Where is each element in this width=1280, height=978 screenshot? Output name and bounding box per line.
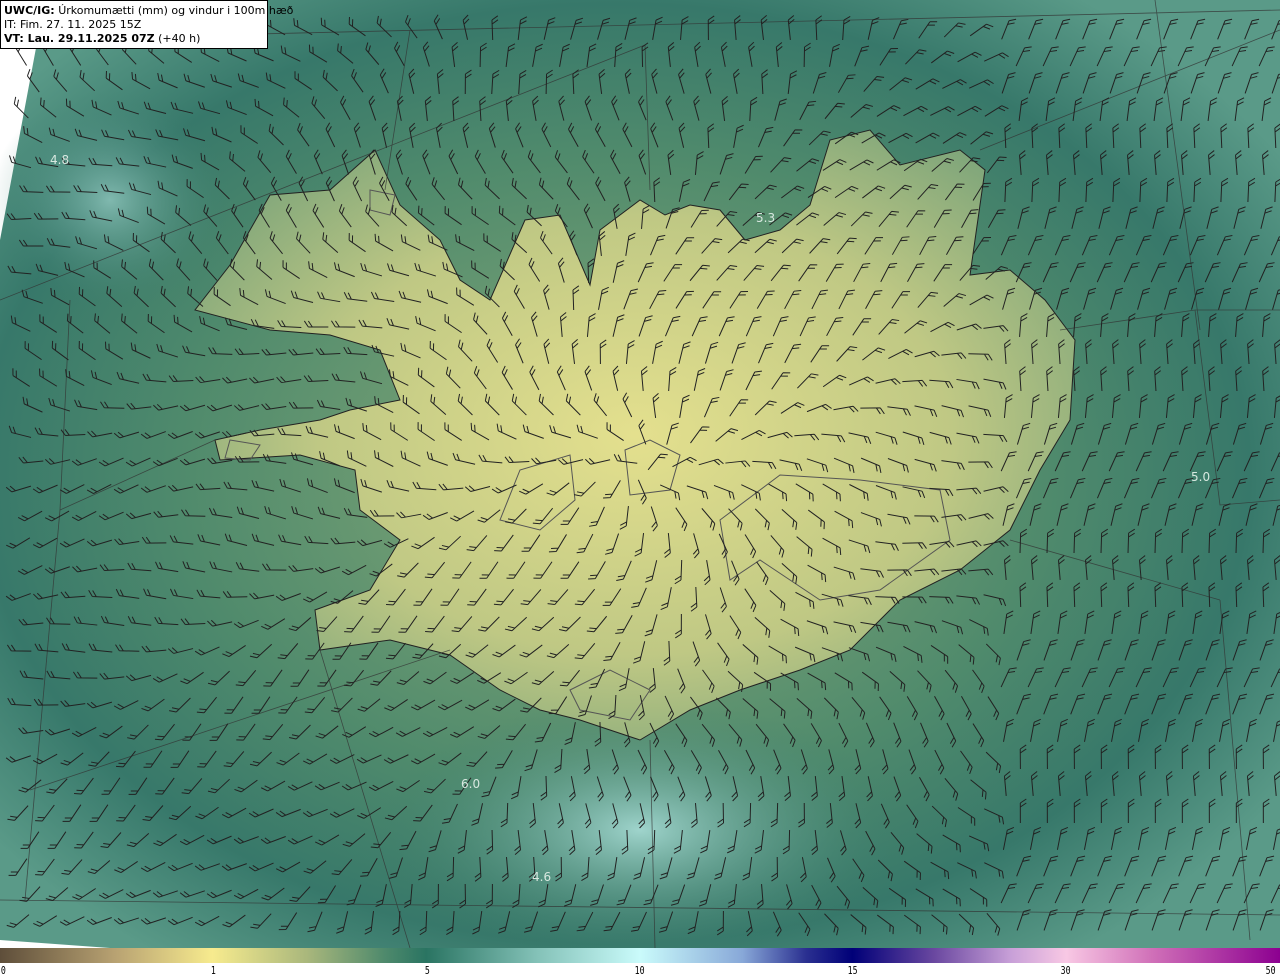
initial-time: IT: Fim. 27. 11. 2025 15Z	[4, 18, 142, 31]
forecast-lead: (+40 h)	[158, 32, 201, 45]
colorbar-tick: 5	[424, 964, 430, 977]
colorbar-tick: 1	[210, 964, 216, 977]
map-value-label: 6.0	[461, 777, 480, 791]
map-value-label: 5.0	[1191, 470, 1210, 484]
colorbar-tick: 15	[847, 964, 858, 977]
product-code: UWC/IG:	[4, 4, 55, 17]
weather-map-view: 4.8 5.3 5.0 6.0 4.6 UWC/IG: Úrkomumætti …	[0, 0, 1280, 978]
colorbar	[0, 948, 1280, 963]
valid-time-line: VT: Lau. 29.11.2025 07Z (+40 h)	[4, 32, 264, 46]
colorbar-tick: 30	[1060, 964, 1071, 977]
colorbar-tick: 0	[0, 964, 6, 977]
map-value-label: 4.6	[532, 870, 551, 884]
product-description: Úrkomumætti (mm) og vindur i 100m hæð	[58, 4, 294, 17]
map-value-label: 4.8	[50, 153, 69, 167]
valid-time: VT: Lau. 29.11.2025 07Z	[4, 32, 155, 45]
map-title-box: UWC/IG: Úrkomumætti (mm) og vindur i 100…	[0, 0, 293, 49]
title-line: UWC/IG: Úrkomumætti (mm) og vindur i 100…	[4, 4, 293, 18]
colorbar-tick: 50	[1265, 964, 1276, 977]
precipitation-wind-map[interactable]: 4.8 5.3 5.0 6.0 4.6	[0, 0, 1280, 948]
colorbar-tick: 10	[634, 964, 645, 977]
map-value-label: 5.3	[756, 211, 775, 225]
